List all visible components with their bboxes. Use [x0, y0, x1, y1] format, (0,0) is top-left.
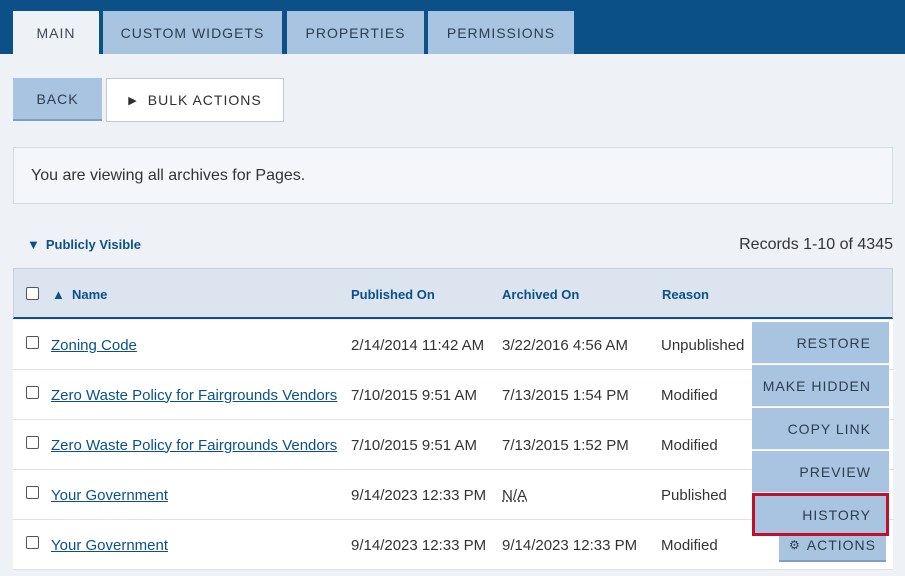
top-nav-bar: MAIN CUSTOM WIDGETS PROPERTIES PERMISSIO…: [0, 0, 905, 54]
column-reason[interactable]: Reason: [662, 287, 709, 302]
info-panel: You are viewing all archives for Pages.: [13, 147, 893, 204]
records-count: Records 1-10 of 4345: [739, 236, 893, 253]
row-checkbox[interactable]: [26, 536, 39, 549]
reason: Published: [661, 486, 727, 504]
caret-down-icon: ▼: [27, 237, 40, 252]
column-published-on[interactable]: Published On: [351, 287, 435, 302]
archived-date: 9/14/2023 12:33 PM: [502, 536, 638, 554]
tab-properties[interactable]: PROPERTIES: [287, 11, 424, 54]
published-date: 2/14/2014 11:42 AM: [351, 336, 485, 354]
menu-item-restore[interactable]: RESTORE: [752, 322, 889, 364]
table-header: ▲ Name Published On Archived On Reason: [13, 268, 893, 319]
select-all-checkbox[interactable]: [26, 287, 39, 300]
actions-label: ACTIONS: [806, 536, 876, 553]
filter-label: Publicly Visible: [45, 237, 142, 252]
published-date: 7/10/2015 9:51 AM: [351, 436, 477, 454]
published-date: 9/14/2023 12:33 PM: [351, 536, 487, 554]
row-checkbox[interactable]: [26, 436, 39, 449]
page-link[interactable]: Zoning Code: [51, 337, 137, 354]
reason: Unpublished: [661, 336, 745, 354]
tab-permissions[interactable]: PERMISSIONS: [428, 11, 574, 54]
page-link[interactable]: Your Government: [51, 487, 168, 504]
column-archived-on[interactable]: Archived On: [502, 287, 579, 302]
page-link[interactable]: Your Government: [51, 537, 168, 554]
tab-custom-widgets[interactable]: CUSTOM WIDGETS: [103, 11, 282, 54]
row-checkbox[interactable]: [26, 386, 39, 399]
page-link[interactable]: Zero Waste Policy for Fairgrounds Vendor…: [51, 387, 337, 404]
play-icon: ▶: [128, 94, 138, 107]
gear-icon: ⚙: [789, 537, 801, 552]
page-link[interactable]: Zero Waste Policy for Fairgrounds Vendor…: [51, 437, 337, 454]
menu-item-history[interactable]: HISTORY: [752, 494, 889, 536]
reason: Modified: [661, 536, 718, 554]
visibility-filter[interactable]: ▼ Publicly Visible: [27, 237, 141, 252]
tab-main[interactable]: MAIN: [13, 11, 99, 54]
archived-date: 7/13/2015 1:54 PM: [502, 386, 629, 404]
row-checkbox[interactable]: [26, 486, 39, 499]
menu-item-preview[interactable]: PREVIEW: [752, 451, 889, 493]
column-name[interactable]: Name: [72, 287, 107, 302]
published-date: 7/10/2015 9:51 AM: [351, 386, 477, 404]
reason: Modified: [661, 386, 718, 404]
bulk-actions-label: BULK ACTIONS: [147, 92, 262, 108]
archived-date: N/A: [502, 486, 528, 504]
published-date: 9/14/2023 12:33 PM: [351, 486, 487, 504]
archived-date: 7/13/2015 1:52 PM: [502, 436, 629, 454]
menu-item-copy-link[interactable]: COPY LINK: [752, 408, 889, 450]
sort-asc-icon[interactable]: ▲: [52, 287, 65, 302]
bulk-actions-button[interactable]: ▶ BULK ACTIONS: [106, 78, 284, 122]
back-button[interactable]: BACK: [13, 78, 102, 121]
info-text: You are viewing all archives for Pages.: [31, 166, 306, 184]
menu-item-make-hidden[interactable]: MAKE HIDDEN: [752, 365, 889, 407]
reason: Modified: [661, 436, 718, 454]
row-checkbox[interactable]: [26, 336, 39, 349]
archived-date: 3/22/2016 4:56 AM: [502, 336, 628, 354]
